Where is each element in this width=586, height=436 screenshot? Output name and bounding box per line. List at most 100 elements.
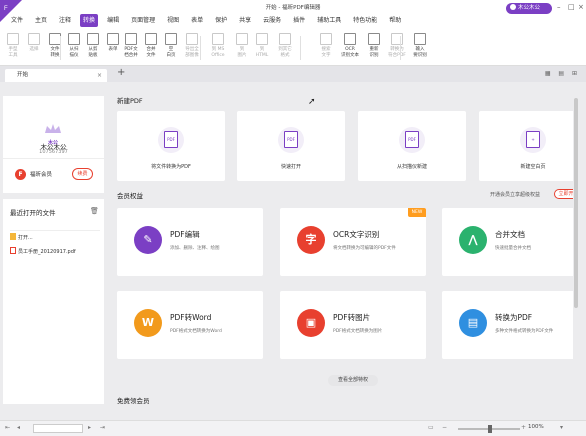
toolbar-button-3[interactable]: 从扫 描仪 [64,33,84,58]
toolbar-label-1: 选择 [29,47,39,52]
feature-title: PDF转Word [170,313,212,322]
toolbar-button-16[interactable]: 重新 识别 [364,33,384,58]
toolbar-button-7[interactable]: 合并 文件 [141,33,161,58]
menu-item-2[interactable]: 注释 [56,14,74,27]
open-membership-button[interactable]: 立即开 [554,189,573,199]
mouse-cursor-icon: ➚ [308,97,316,107]
quick-action-card-0[interactable]: PDF 将文件转换为PDF [117,111,225,181]
menu-item-0[interactable]: 文件 [8,14,26,27]
menu-item-4[interactable]: 编辑 [104,14,122,27]
feature-card-1[interactable]: 字 OCR文字识别 将文档转换为可编辑的PDF文件 NEW [280,208,426,276]
toolbar-button-9[interactable]: 导出全 部图像 [182,33,202,58]
toolbar-icon-16 [368,33,380,45]
feature-card-5[interactable]: ▤ 转换为PDF 多种文件格式转换为PDF文件 [442,291,573,359]
tab-close-icon[interactable]: × [97,69,102,82]
feature-description: PDF格式文档转换为图片 [333,329,383,334]
toolbar-button-5[interactable]: 表单 [103,33,123,53]
toolbar-button-17[interactable]: 转换为 符合PDF [387,33,407,58]
quick-action-label: 快速打开 [280,164,301,170]
feature-title: 转换为PDF [495,313,533,322]
menu-item-9[interactable]: 共享 [236,14,254,27]
toolbar-label-0: 手型 工具 [8,47,18,58]
next-page-icon[interactable]: ▸ [88,424,91,431]
menu-item-14[interactable]: 帮助 [386,14,404,27]
benefits-link[interactable]: 开通会员立享超级权益 [490,191,540,198]
add-tab-icon[interactable]: + [117,67,125,78]
view-layout-icons[interactable]: ▦ ▤ ⊞ [545,70,580,77]
feature-title: 合并文档 [495,230,525,239]
toolbar-button-0[interactable]: 手型 工具 [3,33,23,58]
toolbar-button-13[interactable]: 到其它 格式 [275,33,295,58]
feature-card-4[interactable]: ▣ PDF转图片 PDF格式文档转换为图片 [280,291,426,359]
toolbar-button-12[interactable]: 到 HTML [252,33,272,58]
close-icon[interactable]: × [578,3,584,11]
menu-item-1[interactable]: 主页 [32,14,50,27]
toolbar-label-2: 文件 转换 [50,47,60,58]
menu-item-11[interactable]: 插件 [290,14,308,27]
feature-icon: 字 [297,226,325,254]
page-number-input[interactable] [33,424,83,433]
recent-file-item[interactable]: 打开... [10,231,100,245]
quick-action-card-1[interactable]: PDF 快速打开 [237,111,345,181]
menu-item-6[interactable]: 视图 [164,14,182,27]
toolbar-button-8[interactable]: 空 白页 [161,33,181,58]
zoom-level[interactable]: 100% [528,424,544,430]
pdf-doc-icon: PDF [278,127,304,153]
user-account-pill[interactable]: 木公木公 [506,3,552,14]
toolbar-button-14[interactable]: 搜索 文字 [316,33,336,58]
toolbar-button-2[interactable]: 文件 转换 [45,33,65,58]
toolbar-button-6[interactable]: PDF文 档合并 [121,33,141,58]
renew-button[interactable]: 续费 [72,168,93,180]
view-all-privileges-button[interactable]: 查看全部特权 [328,375,378,386]
last-page-icon[interactable]: ⇥ [100,424,105,431]
tab-start[interactable]: 开始 × [5,69,107,82]
toolbar-button-1[interactable]: 选择 [24,33,44,53]
new-badge: NEW [408,208,426,217]
toolbar-icon-0 [7,33,19,45]
window-title: 开始 - 福昕PDF编辑器 [265,5,321,11]
toolbar-button-4[interactable]: 从剪 贴板 [83,33,103,58]
zoom-slider-handle[interactable] [488,425,492,433]
vip-row: F 福昕会员 续费 [3,158,104,188]
quick-action-card-2[interactable]: PDF 从扫描仪新建 [358,111,466,181]
maximize-icon[interactable]: □ [568,3,575,11]
feature-card-2[interactable]: ⋀ 合并文档 快速批量合并文档 [442,208,573,276]
toolbar-label-16: 重新 识别 [369,47,379,58]
trash-icon[interactable]: 🗑 [90,207,99,215]
first-page-icon[interactable]: ⇤ [5,424,10,431]
fit-width-icon[interactable]: ▭ [428,424,434,431]
feature-icon: ✎ [134,226,162,254]
quick-action-card-3[interactable]: + 新建空白页 [479,111,573,181]
menu-item-10[interactable]: 云服务 [260,14,284,27]
avatar[interactable]: 木公 [42,120,64,146]
zoom-dropdown-icon[interactable]: ▾ [560,424,563,431]
prev-page-icon[interactable]: ◂ [17,424,20,431]
toolbar-icon-13 [279,33,291,45]
toolbar-button-11[interactable]: 到 图片 [232,33,252,58]
menu-item-8[interactable]: 保护 [212,14,230,27]
toolbar-icon-5 [107,33,119,45]
feature-description: 多种文件格式转换为PDF文件 [495,329,554,334]
feature-card-0[interactable]: ✎ PDF编辑 添加、删除、注释、绘图 [117,208,263,276]
toolbar-button-18[interactable]: 输入 要识别 [410,33,430,58]
recent-file-item[interactable]: 员工手册_20120917.pdf [10,245,100,259]
menu-item-7[interactable]: 表单 [188,14,206,27]
scrollbar-thumb[interactable] [574,98,578,308]
minimize-icon[interactable]: – [557,3,561,11]
doc-glyph: PDF [405,131,419,148]
toolbar-label-9: 导出全 部图像 [185,47,199,58]
pdf-doc-icon: + [520,127,546,153]
menu-item-12[interactable]: 辅助工具 [314,14,344,27]
toolbar-button-15[interactable]: OCR 识别文本 [340,33,360,58]
main-content: 新建PDF 会员权益 开通会员立享超级权益 立即开 查看全部特权 免费领会员 P… [108,82,573,406]
zoom-in-icon[interactable]: + [521,424,526,431]
feature-card-3[interactable]: W PDF转Word PDF格式文档转换为Word [117,291,263,359]
toolbar-button-10[interactable]: 到 MS Office [208,33,228,58]
menu-item-3[interactable]: 转换 [80,14,99,27]
menu-item-5[interactable]: 页面管理 [128,14,158,27]
menu-item-13[interactable]: 特色功能 [350,14,380,27]
toolbar-icon-9 [186,33,198,45]
zoom-out-icon[interactable]: − [442,424,447,431]
feature-icon: ⋀ [459,226,487,254]
main-scrollbar[interactable] [574,86,579,406]
